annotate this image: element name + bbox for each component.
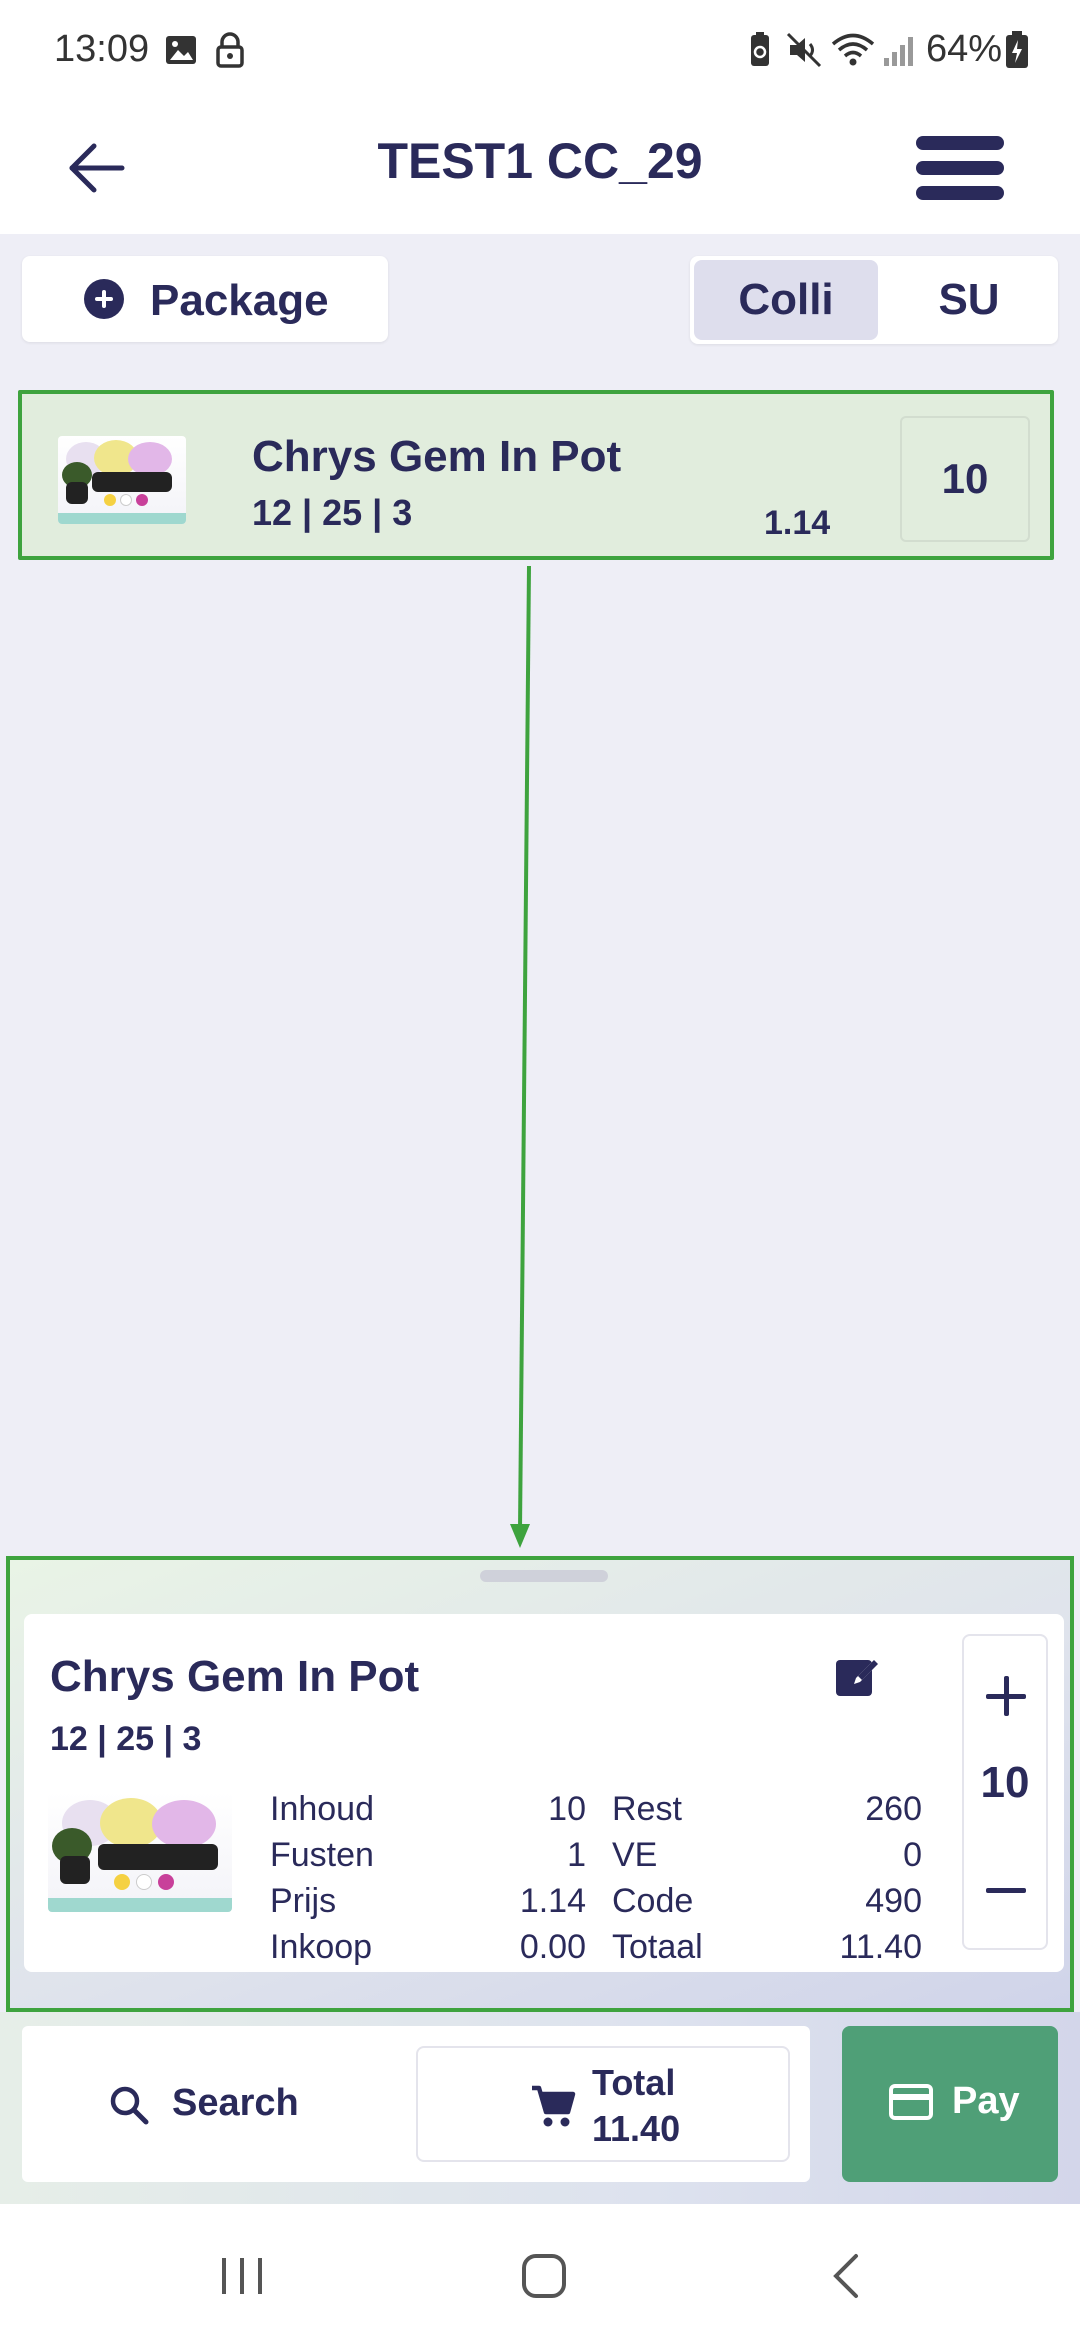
product-detail-card: Chrys Gem In Pot 12 | 25 | 3 Inhoud 10 F… — [24, 1614, 1064, 1972]
search-icon — [110, 2086, 149, 2125]
detail-label: VE — [612, 1836, 658, 1874]
chevron-left-icon — [833, 2254, 858, 2298]
cart-total-button[interactable]: Total 11.40 — [416, 2046, 790, 2162]
edit-icon[interactable] — [834, 1652, 880, 1698]
detail-product-meta: 12 | 25 | 3 — [50, 1720, 202, 1758]
detail-value: 1.14 — [519, 1882, 586, 1920]
detail-row-inhoud: Inhoud 10 — [270, 1790, 586, 1834]
action-panel: Search Total 11.40 — [22, 2026, 810, 2182]
detail-value: 11.40 — [839, 1928, 922, 1966]
detail-value: 260 — [865, 1790, 922, 1828]
detail-row-code: Code 490 — [612, 1882, 922, 1926]
detail-value: 0 — [903, 1836, 922, 1874]
sheet-drag-handle[interactable] — [480, 1570, 608, 1582]
detail-row-rest: Rest 260 — [612, 1790, 922, 1834]
credit-card-icon — [889, 2084, 933, 2120]
detail-label: Code — [612, 1882, 694, 1920]
home-button[interactable] — [514, 2246, 574, 2306]
product-detail-sheet: Chrys Gem In Pot 12 | 25 | 3 Inhoud 10 F… — [6, 1556, 1074, 2012]
total-label: Total — [592, 2062, 676, 2103]
pay-label: Pay — [952, 2080, 1020, 2122]
detail-product-thumbnail — [48, 1792, 232, 1912]
recent-apps-button[interactable] — [212, 2246, 272, 2306]
stepper-value: 10 — [980, 1758, 1030, 1807]
system-back-button[interactable] — [818, 2246, 878, 2306]
detail-row-fusten: Fusten 1 — [270, 1836, 586, 1880]
detail-row-inkoop: Inkoop 0.00 — [270, 1928, 586, 1972]
system-navigation-bar — [0, 2204, 1080, 2340]
detail-label: Fusten — [270, 1836, 374, 1874]
total-value: 11.40 — [592, 2108, 681, 2149]
detail-row-totaal: Totaal 11.40 — [612, 1928, 922, 1972]
detail-label: Totaal — [612, 1928, 703, 1966]
detail-value: 10 — [548, 1790, 586, 1828]
detail-row-prijs: Prijs 1.14 — [270, 1882, 586, 1926]
detail-label: Inkoop — [270, 1928, 373, 1966]
pay-button[interactable]: Pay — [842, 2026, 1058, 2182]
detail-label: Inhoud — [270, 1790, 374, 1828]
detail-product-name: Chrys Gem In Pot — [50, 1652, 420, 1701]
search-button[interactable]: Search — [82, 2072, 382, 2132]
quantity-stepper: 10 — [962, 1634, 1048, 1950]
detail-value: 0.00 — [519, 1928, 586, 1966]
detail-row-ve: VE 0 — [612, 1836, 922, 1880]
decrement-button[interactable] — [986, 1870, 1026, 1910]
detail-label: Rest — [612, 1790, 682, 1828]
detail-label: Prijs — [270, 1882, 337, 1920]
increment-button[interactable] — [986, 1676, 1026, 1716]
recent-apps-icon — [222, 2258, 262, 2294]
search-label: Search — [172, 2082, 299, 2124]
detail-value: 490 — [865, 1882, 922, 1920]
cart-icon — [532, 2085, 576, 2127]
detail-value: 1 — [567, 1836, 586, 1874]
home-icon — [522, 2254, 566, 2298]
